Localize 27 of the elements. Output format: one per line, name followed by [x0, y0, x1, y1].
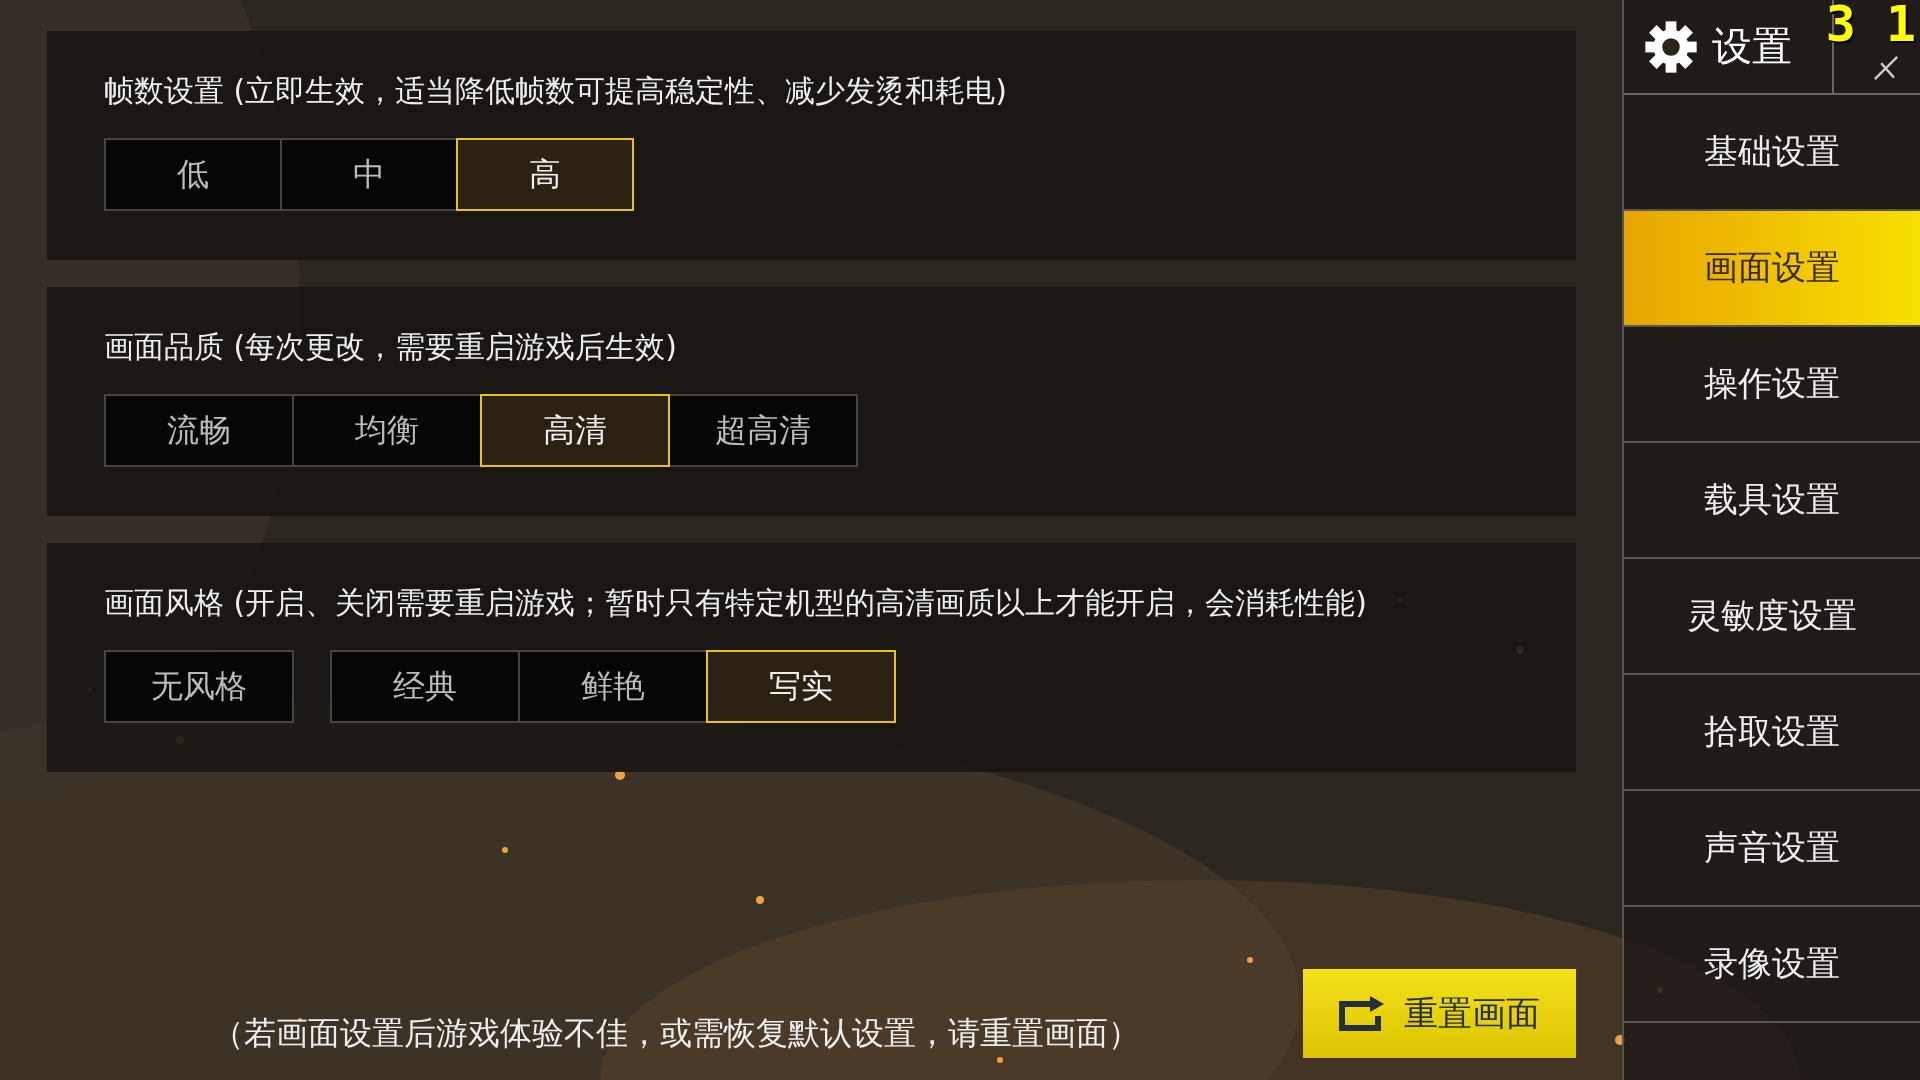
section-title: 帧数设置 (立即生效，适当降低帧数可提高稳定性、减少发烫和耗电) — [104, 72, 1008, 110]
sidebar-tab[interactable]: 灵敏度设置 — [1623, 559, 1920, 675]
option-button[interactable]: 无风格 — [104, 650, 294, 723]
sidebar-tab[interactable]: 载具设置 — [1623, 443, 1920, 559]
sidebar-title: 设置 — [1711, 22, 1792, 71]
sidebar-tab[interactable]: 操作设置 — [1623, 327, 1920, 443]
option-button[interactable]: 写实 — [706, 650, 896, 723]
option-button[interactable]: 均衡 — [292, 394, 482, 467]
sidebar-tab[interactable]: 录像设置 — [1623, 907, 1920, 1023]
option-button[interactable]: 鲜艳 — [518, 650, 708, 723]
option-button[interactable]: 流畅 — [104, 394, 294, 467]
option-button[interactable]: 高清 — [480, 394, 670, 467]
sidebar-tab[interactable]: 画面设置 — [1623, 211, 1920, 327]
option-button[interactable]: 低 — [104, 138, 282, 211]
sidebar-tab[interactable]: 声音设置 — [1623, 791, 1920, 907]
section-title: 画面品质 (每次更改，需要重启游戏后生效) — [104, 328, 678, 366]
reset-button[interactable]: 重置画面 — [1302, 969, 1576, 1058]
option-button[interactable]: 经典 — [330, 650, 520, 723]
settings-icon — [1643, 19, 1698, 74]
sidebar-tab[interactable]: 拾取设置 — [1623, 675, 1920, 791]
option-button[interactable]: 中 — [280, 138, 458, 211]
section-title: 画面风格 (开启、关闭需要重启游戏；暂时只有特定机型的高清画质以上才能开启，会消耗性能) — [104, 584, 1368, 622]
option-button[interactable]: 超高清 — [668, 394, 858, 467]
reset-hint: （若画面设置后游戏体验不佳，或需恢复默认设置，请重置画面） — [212, 1012, 1140, 1054]
counter-digit: 3 — [1825, 0, 1856, 48]
counter-digit: 1 — [1885, 0, 1916, 48]
option-button[interactable]: 高 — [456, 138, 634, 211]
